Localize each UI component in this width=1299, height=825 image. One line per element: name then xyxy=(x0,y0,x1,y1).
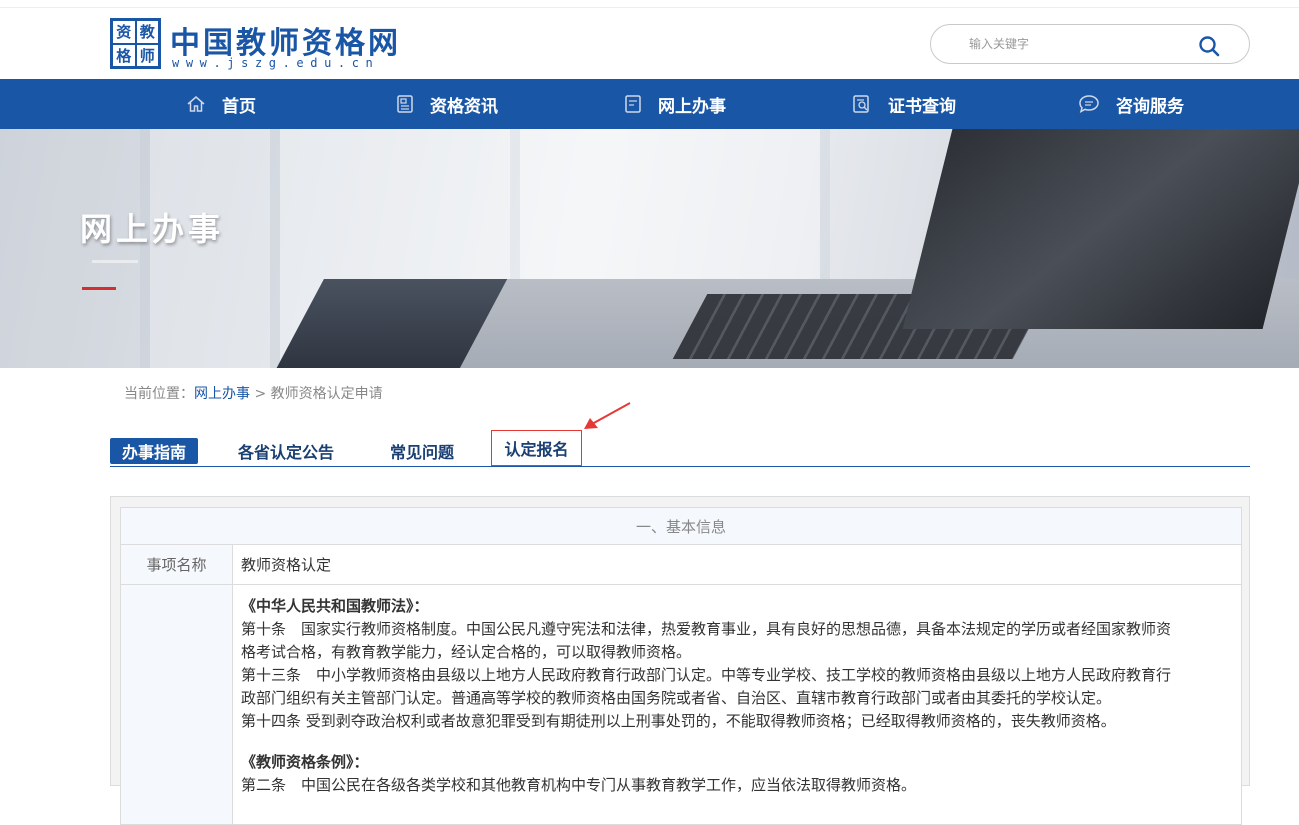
nav-item-certificate-query[interactable]: 证书查询 xyxy=(852,79,956,129)
breadcrumb: 当前位置：网上办事 > 教师资格认定申请 xyxy=(124,383,383,403)
nav-item-news[interactable]: 资格资讯 xyxy=(396,79,498,129)
tab-province-notices[interactable]: 各省认定公告 xyxy=(230,438,342,464)
tab-faq[interactable]: 常见问题 xyxy=(380,438,464,464)
law-title: 《中华人民共和国教师法》： xyxy=(241,597,429,615)
top-strip xyxy=(0,0,1299,8)
nav-label: 咨询服务 xyxy=(1116,96,1184,117)
nav-item-consulting[interactable]: 咨询服务 xyxy=(1078,79,1184,129)
news-icon xyxy=(397,95,413,113)
law-line: 第二条 中国公民在各级各类学校和其他教育机构中专门从事教育教学工作，应当依法取得… xyxy=(241,776,917,794)
breadcrumb-prefix: 当前位置： xyxy=(124,386,194,402)
site-logo[interactable]: 资 教 格 师 中国教师资格网 www.jszg.edu.cn xyxy=(110,18,398,72)
page-banner: 网上办事 xyxy=(0,129,1299,368)
tab-registration[interactable]: 认定报名 xyxy=(491,430,582,466)
row-key: 事项名称 xyxy=(121,545,233,584)
logo-char: 格 xyxy=(112,43,136,67)
law-line: 第十条 国家实行教师资格制度。中国公民凡遵守宪法和法律，热爱教育事业，具有良好的… xyxy=(241,620,1172,638)
info-table: 一、基本信息 事项名称 教师资格认定 《中华人民共和国教师法》： 第十条 国家实… xyxy=(120,507,1242,825)
logo-char: 资 xyxy=(112,20,136,44)
site-header: 资 教 格 师 中国教师资格网 www.jszg.edu.cn xyxy=(0,8,1299,79)
banner-laptop-screen xyxy=(902,129,1299,329)
certificate-search-icon xyxy=(853,95,869,113)
search-icon[interactable] xyxy=(1197,34,1221,58)
nav-label: 资格资讯 xyxy=(430,96,498,117)
breadcrumb-link[interactable]: 网上办事 xyxy=(194,386,250,402)
nav-label: 首页 xyxy=(222,96,256,117)
law-title: 《教师资格条例》： xyxy=(241,753,369,771)
logo-seal: 资 教 格 师 xyxy=(110,18,161,69)
banner-accent-line xyxy=(82,287,116,290)
row-value: 教师资格认定 xyxy=(241,556,332,574)
tab-guide[interactable]: 办事指南 xyxy=(110,438,198,464)
law-line: 第十四条 受到剥夺政治权利或者故意犯罪受到有期徒刑以上刑事处罚的，不能取得教师资… xyxy=(241,712,1116,730)
search-box xyxy=(930,24,1250,64)
breadcrumb-current: 教师资格认定申请 xyxy=(270,386,383,402)
logo-char: 师 xyxy=(135,43,159,67)
nav-label: 网上办事 xyxy=(658,96,726,117)
document-icon xyxy=(625,95,641,113)
breadcrumb-separator: > xyxy=(250,386,271,402)
content-panel: 一、基本信息 事项名称 教师资格认定 《中华人民共和国教师法》： 第十条 国家实… xyxy=(110,496,1250,825)
annotation-arrow-icon xyxy=(584,402,631,429)
site-url: www.jszg.edu.cn xyxy=(172,56,380,70)
tab-bar: 办事指南 各省认定公告 常见问题 认定报名 xyxy=(110,430,1250,467)
law-line: 格考试合格，有教育教学能力，经认定合格的，可以取得教师资格。 xyxy=(241,643,692,661)
home-icon xyxy=(187,96,205,112)
logo-char: 教 xyxy=(135,20,159,44)
table-row: 事项名称 教师资格认定 xyxy=(120,545,1242,585)
table-row: 《中华人民共和国教师法》： 第十条 国家实行教师资格制度。中国公民凡遵守宪法和法… xyxy=(120,585,1242,825)
nav-item-online-services[interactable]: 网上办事 xyxy=(624,79,726,129)
search-input[interactable] xyxy=(967,33,1187,55)
nav-item-home[interactable]: 首页 xyxy=(186,79,256,129)
row-value: 《中华人民共和国教师法》： 第十条 国家实行教师资格制度。中国公民凡遵守宪法和法… xyxy=(233,585,1241,824)
chat-icon xyxy=(1079,95,1099,114)
section-title: 一、基本信息 xyxy=(120,507,1242,545)
law-line: 政部门组织有关主管部门认定。普通高等学校的教师资格由国务院或者省、自治区、直辖市… xyxy=(241,689,1112,707)
law-line: 第十三条 中小学教师资格由县级以上地方人民政府教育行政部门认定。中等专业学校、技… xyxy=(241,666,1172,684)
main-nav: 首页 资格资讯 网上办事 证书查询 咨询服务 xyxy=(0,79,1299,129)
banner-title: 网上办事 xyxy=(80,210,225,248)
row-key xyxy=(121,585,233,824)
nav-label: 证书查询 xyxy=(888,96,956,117)
banner-divider xyxy=(92,260,138,263)
